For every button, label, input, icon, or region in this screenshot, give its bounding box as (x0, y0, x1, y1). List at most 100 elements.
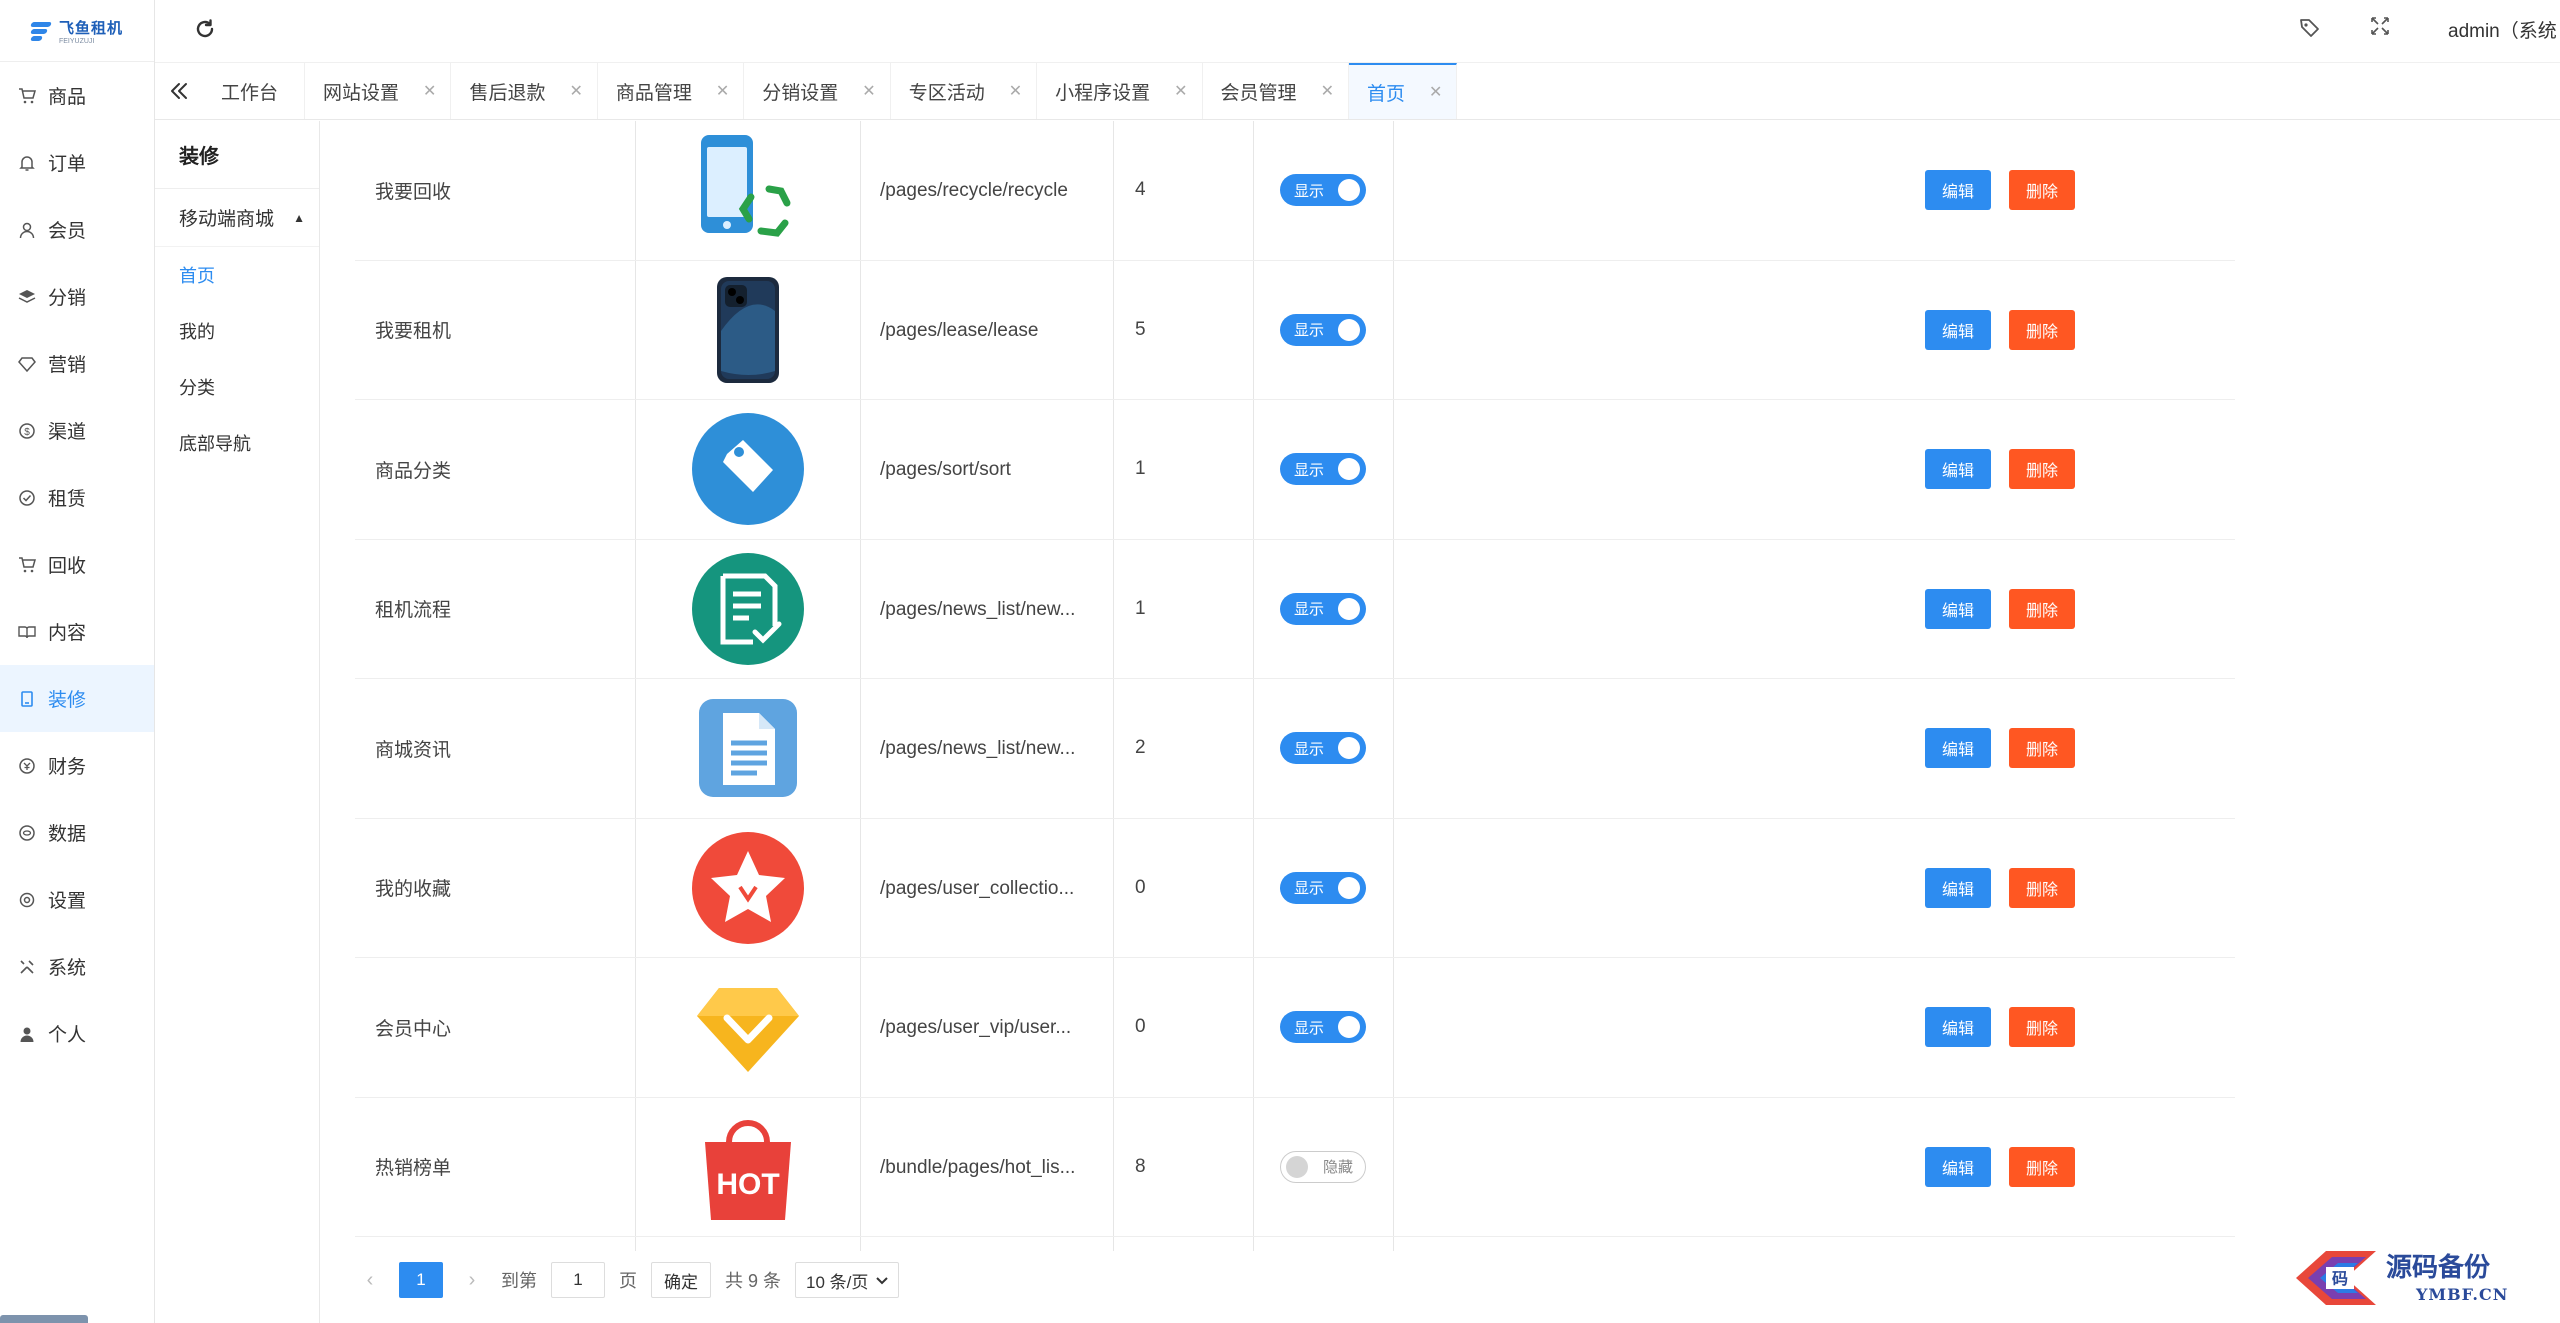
visibility-toggle[interactable]: 显示 (1280, 174, 1366, 207)
sidebar-item-label: 订单 (48, 154, 87, 175)
admin-user-menu[interactable]: admin（系统 (2448, 16, 2560, 43)
refresh-icon[interactable] (193, 17, 217, 48)
tab[interactable]: 小程序设置 ✕ (1037, 63, 1203, 119)
close-icon[interactable]: ✕ (1429, 82, 1442, 102)
sidebar-item[interactable]: 个人 (0, 1000, 154, 1067)
tab[interactable]: 售后退款 ✕ (451, 63, 598, 119)
sidebar-item-label: 设置 (48, 891, 87, 912)
row-link-path: /pages/user_vip/user... (880, 1017, 1072, 1038)
tag-icon (689, 410, 807, 528)
sidebar-item[interactable]: 内容 (0, 598, 154, 665)
delete-button[interactable]: 删除 (2009, 588, 2075, 629)
sidebar-item[interactable]: 数据 (0, 799, 154, 866)
close-icon[interactable]: ✕ (1321, 81, 1334, 101)
delete-button[interactable]: 删除 (2009, 170, 2075, 211)
visibility-toggle[interactable]: 显示 (1280, 1011, 1366, 1044)
submenu-item[interactable]: 首页 (155, 247, 319, 303)
sidebar-item[interactable]: 回收 (0, 531, 154, 598)
sidebar-item[interactable]: $ 渠道 (0, 397, 154, 464)
close-icon[interactable]: ✕ (569, 81, 582, 101)
layers-icon (18, 288, 36, 306)
tag-icon[interactable] (2298, 16, 2322, 46)
close-icon[interactable]: ✕ (1174, 81, 1187, 101)
tab-label: 分销设置 (762, 82, 839, 104)
sidebar-scroll-handle[interactable] (0, 1315, 88, 1323)
book-icon (18, 623, 36, 641)
goto-confirm-button[interactable]: 确定 (651, 1262, 711, 1298)
sidebar-item[interactable]: 分销 (0, 263, 154, 330)
delete-button[interactable]: 删除 (2009, 867, 2075, 908)
tab-label: 工作台 (221, 82, 279, 104)
toggle-label: 显示 (1294, 322, 1325, 340)
cart-icon (18, 87, 36, 105)
delete-button[interactable]: 删除 (2009, 449, 2075, 490)
tab[interactable]: 专区活动 ✕ (891, 63, 1038, 119)
sidebar-item[interactable]: 财务 (0, 732, 154, 799)
sidebar-item[interactable]: 装修 (0, 665, 154, 732)
tab[interactable]: 分销设置 ✕ (744, 63, 891, 119)
watermark-subtitle: YMBF.CN (2416, 1285, 2509, 1304)
toggle-knob (1338, 1016, 1360, 1039)
delete-button[interactable]: 删除 (2009, 1146, 2075, 1187)
fullscreen-icon[interactable] (2370, 16, 2390, 42)
logo-subtitle: FEIYUZUJI (58, 37, 95, 45)
visibility-toggle[interactable]: 显示 (1280, 453, 1366, 486)
edit-button[interactable]: 编辑 (1925, 309, 1991, 350)
tab[interactable]: 商品管理 ✕ (598, 63, 745, 119)
sidebar-item[interactable]: 设置 (0, 866, 154, 933)
submenu-item[interactable]: 底部导航 (155, 415, 319, 471)
sidebar-nav: 商品订单会员 分销 营销 $ 渠道租赁回收内容 装修 财务 数据设置系统个人 (0, 62, 154, 1067)
row-image (635, 958, 860, 1097)
submenu-item[interactable]: 我的 (155, 303, 319, 359)
edit-button[interactable]: 编辑 (1925, 1007, 1991, 1048)
sidebar-item[interactable]: 系统 (0, 933, 154, 1000)
edit-button[interactable]: 编辑 (1925, 170, 1991, 211)
sidebar-item[interactable]: 租赁 (0, 464, 154, 531)
goto-page-input[interactable] (551, 1262, 605, 1298)
edit-button[interactable]: 编辑 (1925, 1146, 1991, 1187)
collapse-sidebar-icon[interactable] (155, 63, 203, 119)
close-icon[interactable]: ✕ (423, 81, 436, 101)
visibility-toggle[interactable]: 显示 (1280, 313, 1366, 346)
visibility-toggle[interactable]: 显示 (1280, 592, 1366, 625)
close-icon[interactable]: ✕ (1009, 81, 1022, 101)
sidebar-item-label: 系统 (48, 958, 87, 979)
edit-button[interactable]: 编辑 (1925, 867, 1991, 908)
tab-list: 工作台 网站设置 ✕ 售后退款 ✕ 商品管理 ✕ 分销设置 ✕ 专区活动 ✕ 小程序设置 ✕ 会员管理 ✕ 首… (203, 63, 1458, 119)
close-icon[interactable]: ✕ (716, 81, 729, 101)
edit-button[interactable]: 编辑 (1925, 449, 1991, 490)
sidebar-item[interactable]: 会员 (0, 196, 154, 263)
svg-text:$: $ (24, 427, 30, 438)
tab[interactable]: 工作台 (203, 63, 306, 119)
submenu-group-mobile-mall[interactable]: 移动端商城 ▲ (155, 189, 319, 247)
submenu-item[interactable]: 分类 (155, 359, 319, 415)
delete-button[interactable]: 删除 (2009, 728, 2075, 769)
sidebar-item-label: 租赁 (48, 489, 87, 510)
toggle-knob (1338, 737, 1360, 760)
tab[interactable]: 会员管理 ✕ (1203, 63, 1349, 119)
app-logo[interactable]: 飞鱼租机 FEIYUZUJI (0, 0, 154, 62)
sidebar-item[interactable]: 订单 (0, 129, 154, 196)
tab[interactable]: 网站设置 ✕ (305, 63, 452, 119)
prev-page-icon[interactable]: ‹ (355, 1269, 385, 1292)
visibility-toggle[interactable]: 显示 (1280, 732, 1366, 765)
tabs-bar: 工作台 网站设置 ✕ 售后退款 ✕ 商品管理 ✕ 分销设置 ✕ 专区活动 ✕ 小程序设置 ✕ 会员管理 ✕ 首… (155, 62, 2560, 120)
row-image (635, 540, 860, 679)
edit-button[interactable]: 编辑 (1925, 588, 1991, 629)
page-size-select[interactable]: 10 条/页 (795, 1262, 900, 1298)
row-name: 商品分类 (375, 460, 452, 482)
visibility-toggle[interactable]: 显示 (1280, 871, 1366, 904)
sidebar-item-label: 回收 (48, 556, 87, 577)
sidebar-item[interactable]: 营销 (0, 330, 154, 397)
delete-button[interactable]: 删除 (2009, 309, 2075, 350)
tab[interactable]: 首页 ✕ (1348, 63, 1458, 119)
next-page-icon[interactable]: › (457, 1269, 487, 1292)
star-icon (689, 829, 807, 947)
toggle-label: 显示 (1294, 740, 1325, 758)
edit-button[interactable]: 编辑 (1925, 728, 1991, 769)
page-number-current[interactable]: 1 (399, 1262, 443, 1298)
delete-button[interactable]: 删除 (2009, 1007, 2075, 1048)
close-icon[interactable]: ✕ (862, 81, 875, 101)
sidebar-item[interactable]: 商品 (0, 62, 154, 129)
visibility-toggle[interactable]: 隐藏 (1280, 1150, 1366, 1183)
